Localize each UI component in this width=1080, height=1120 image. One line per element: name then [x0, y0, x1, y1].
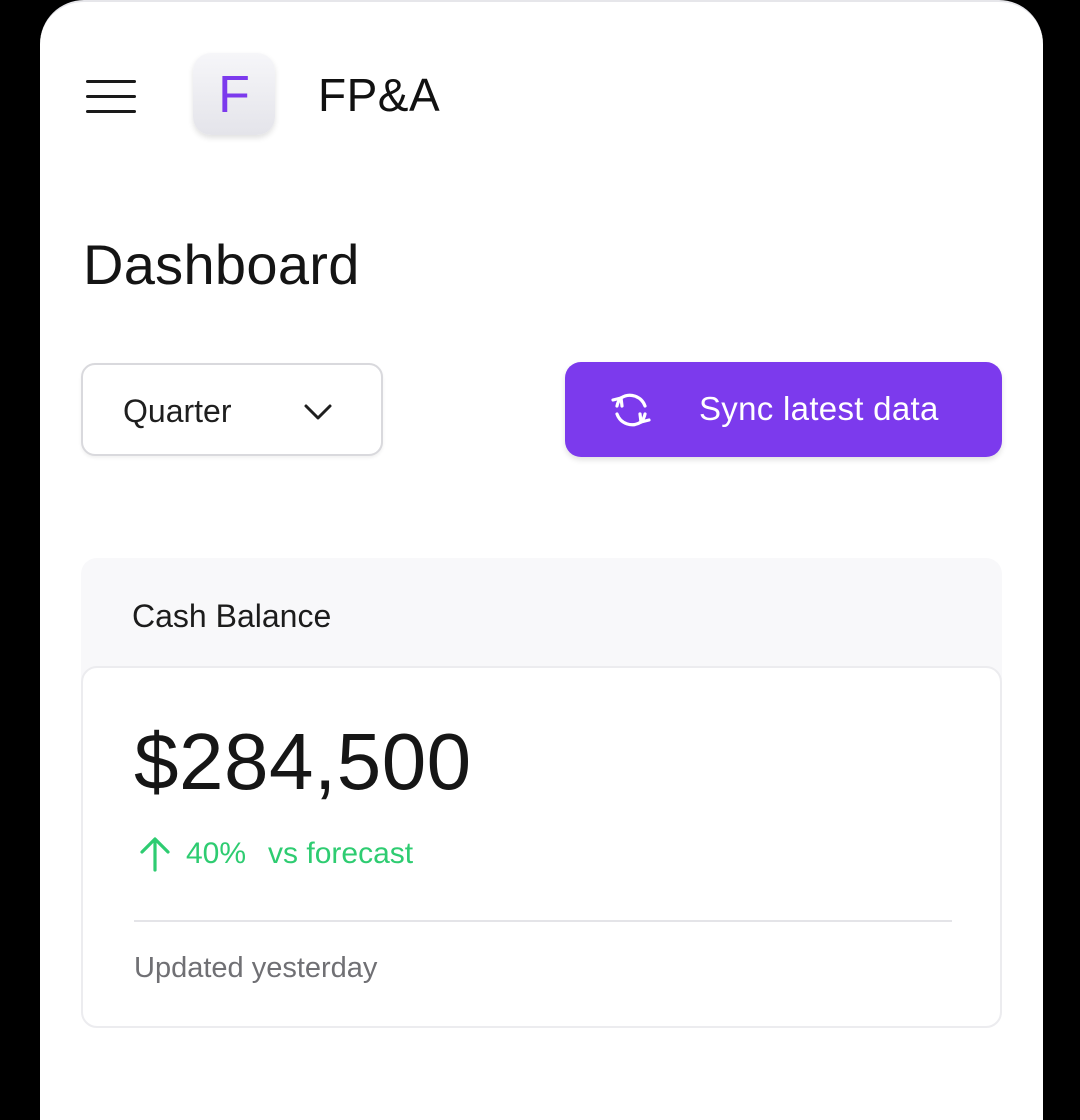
cash-balance-body: $284,500 40% vs forecast Updated yesterd… — [81, 666, 1002, 1028]
cash-balance-amount: $284,500 — [134, 717, 472, 806]
card-title: Cash Balance — [132, 598, 332, 634]
delta-label: vs forecast — [268, 837, 414, 870]
logo-letter: F — [218, 66, 250, 124]
period-select-value: Quarter — [123, 393, 232, 429]
divider — [134, 920, 952, 922]
arrow-up-icon — [140, 837, 170, 872]
sync-icon — [611, 393, 651, 427]
forecast-delta: 40% vs forecast — [138, 834, 413, 874]
page-title: Dashboard — [83, 233, 360, 296]
updated-timestamp: Updated yesterday — [134, 952, 378, 984]
chevron-down-icon — [304, 404, 332, 420]
app-logo: F — [193, 53, 275, 135]
period-select[interactable]: Quarter — [81, 363, 383, 456]
delta-percent: 40% — [186, 837, 247, 870]
sync-button-label: Sync latest data — [699, 390, 939, 427]
app-title: FP&A — [318, 69, 441, 121]
cash-balance-card: Cash Balance $284,500 40% vs forecast Up… — [81, 558, 1002, 1028]
app-screen: F FP&A Dashboard Quarter Sync latest dat… — [40, 0, 1043, 1120]
hamburger-menu-icon[interactable] — [84, 77, 138, 117]
sync-latest-data-button[interactable]: Sync latest data — [565, 362, 1002, 457]
